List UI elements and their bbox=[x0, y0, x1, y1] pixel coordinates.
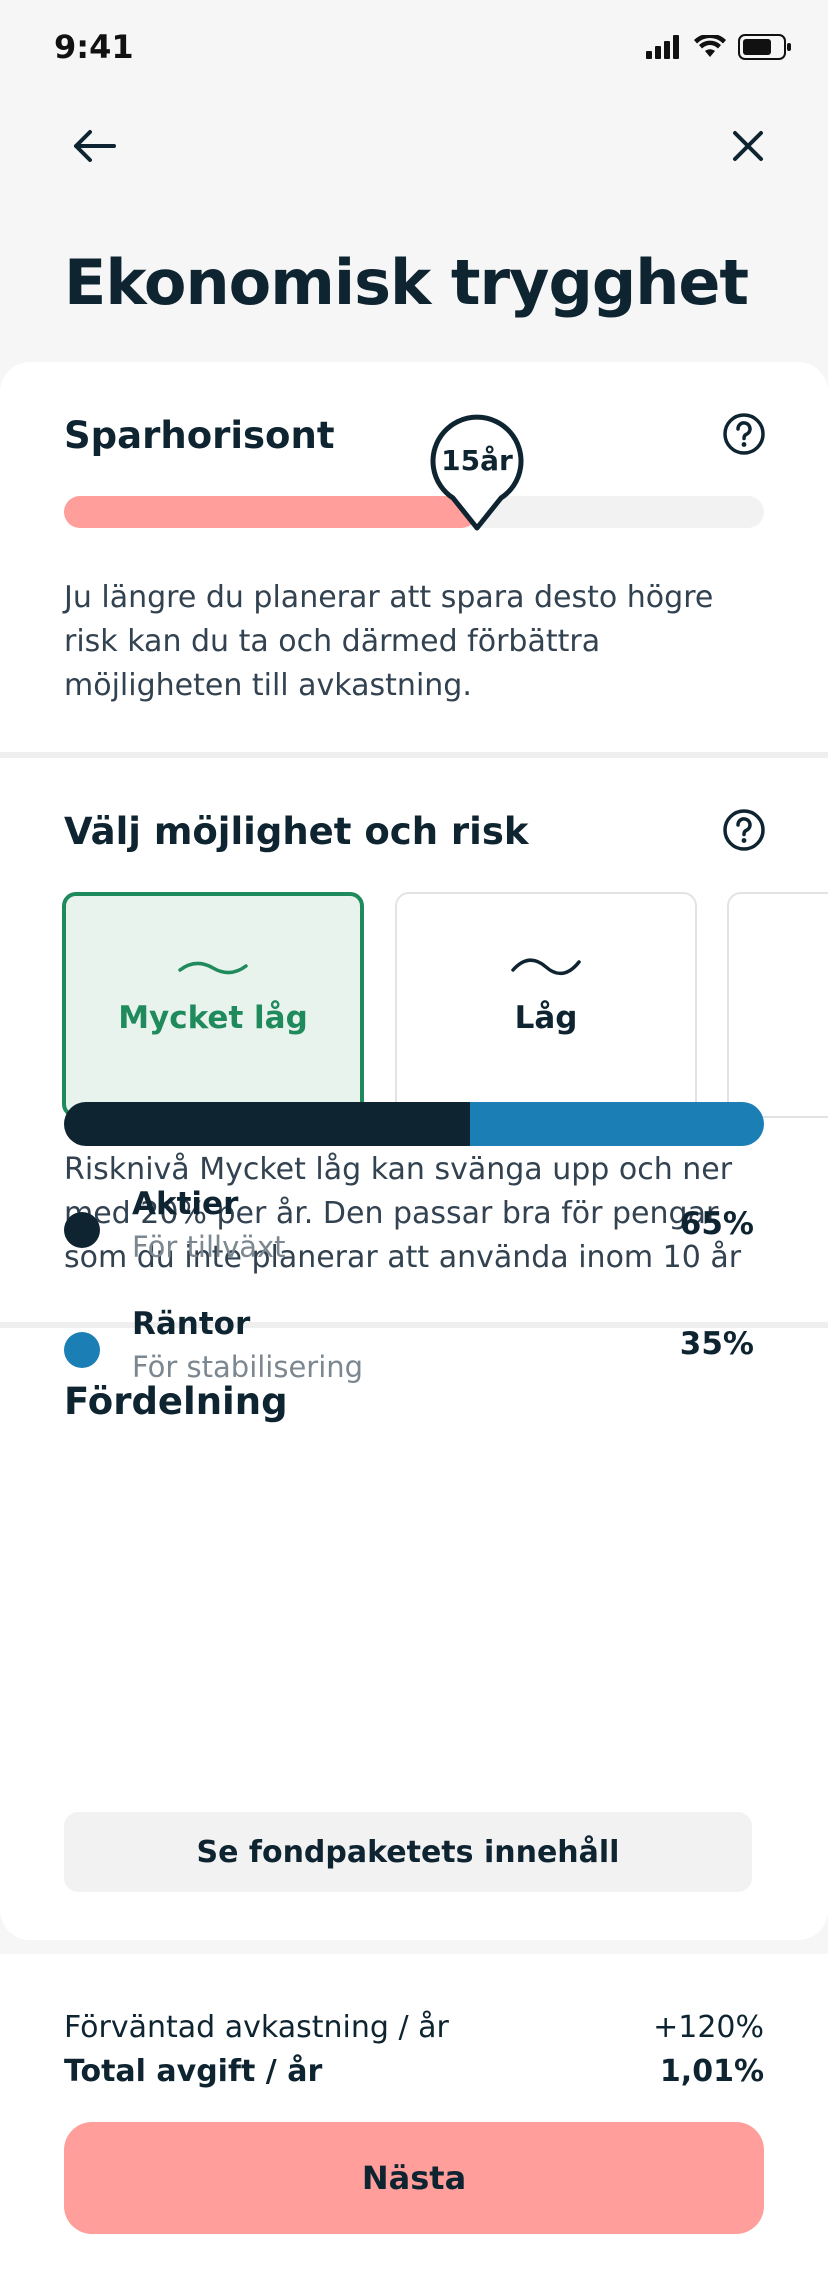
battery-icon bbox=[738, 34, 791, 60]
allocation-segment-stocks bbox=[64, 1102, 470, 1146]
summary-footer: Förväntad avkastning / år +120% Total av… bbox=[0, 1954, 828, 2282]
arrow-left-icon bbox=[74, 130, 116, 162]
back-button[interactable] bbox=[66, 118, 122, 174]
savings-horizon-title: Sparhorisont bbox=[64, 414, 335, 457]
risk-option-label: Låg bbox=[514, 1000, 578, 1036]
savings-horizon-slider[interactable] bbox=[64, 496, 764, 528]
total-fee-label: Total avgift / år bbox=[64, 2054, 323, 2089]
risk-option-low[interactable]: Låg bbox=[395, 892, 697, 1118]
bonds-color-dot bbox=[64, 1332, 100, 1368]
slider-thumb[interactable]: 15år bbox=[427, 414, 527, 532]
allocation-bar bbox=[64, 1102, 764, 1146]
allocation-segment-bonds bbox=[470, 1102, 764, 1146]
expected-return-value: +120% bbox=[653, 2010, 764, 2045]
status-icons bbox=[646, 34, 792, 60]
wave-icon bbox=[511, 958, 581, 976]
signal-icon bbox=[646, 35, 679, 59]
settings-card: Sparhorisont 15år Ju längre du planerar … bbox=[0, 362, 828, 1940]
savings-horizon-description: Ju längre du planerar att spara desto hö… bbox=[64, 580, 714, 703]
allocation-desc: För stabilisering bbox=[132, 1350, 364, 1384]
help-icon[interactable] bbox=[722, 412, 766, 456]
next-button[interactable]: Nästa bbox=[64, 2122, 764, 2234]
allocation-row-stocks: Aktier För tillväxt 65% bbox=[64, 1186, 754, 1276]
allocation-name: Räntor bbox=[132, 1306, 251, 1342]
total-fee-value: 1,01% bbox=[659, 2054, 764, 2089]
status-time: 9:41 bbox=[54, 28, 134, 66]
page-title: Ekonomisk trygghet bbox=[64, 246, 749, 319]
expected-return-label: Förväntad avkastning / år bbox=[64, 2010, 449, 2045]
wave-icon bbox=[178, 961, 248, 975]
section-divider bbox=[0, 752, 828, 758]
allocation-percent: 65% bbox=[679, 1206, 754, 1242]
view-fund-package-button[interactable]: Se fondpaketets innehåll bbox=[64, 1812, 752, 1892]
allocation-percent: 35% bbox=[679, 1326, 754, 1362]
risk-option-label: Mycket låg bbox=[118, 1000, 308, 1036]
slider-value-label: 15år bbox=[441, 444, 513, 477]
risk-option-very-low[interactable]: Mycket låg bbox=[62, 892, 364, 1118]
allocation-row-bonds: Räntor För stabilisering 35% bbox=[64, 1306, 754, 1396]
allocation-desc: För tillväxt bbox=[132, 1230, 286, 1264]
risk-title: Välj möjlighet och risk bbox=[64, 810, 529, 853]
help-icon[interactable] bbox=[722, 808, 766, 852]
close-button[interactable] bbox=[720, 118, 776, 174]
status-bar: 9:41 bbox=[0, 0, 828, 100]
close-icon bbox=[733, 131, 763, 161]
wifi-icon bbox=[694, 35, 726, 57]
risk-option-next[interactable] bbox=[727, 892, 828, 1118]
allocation-name: Aktier bbox=[132, 1186, 239, 1222]
stocks-color-dot bbox=[64, 1212, 100, 1248]
slider-fill bbox=[64, 496, 477, 528]
